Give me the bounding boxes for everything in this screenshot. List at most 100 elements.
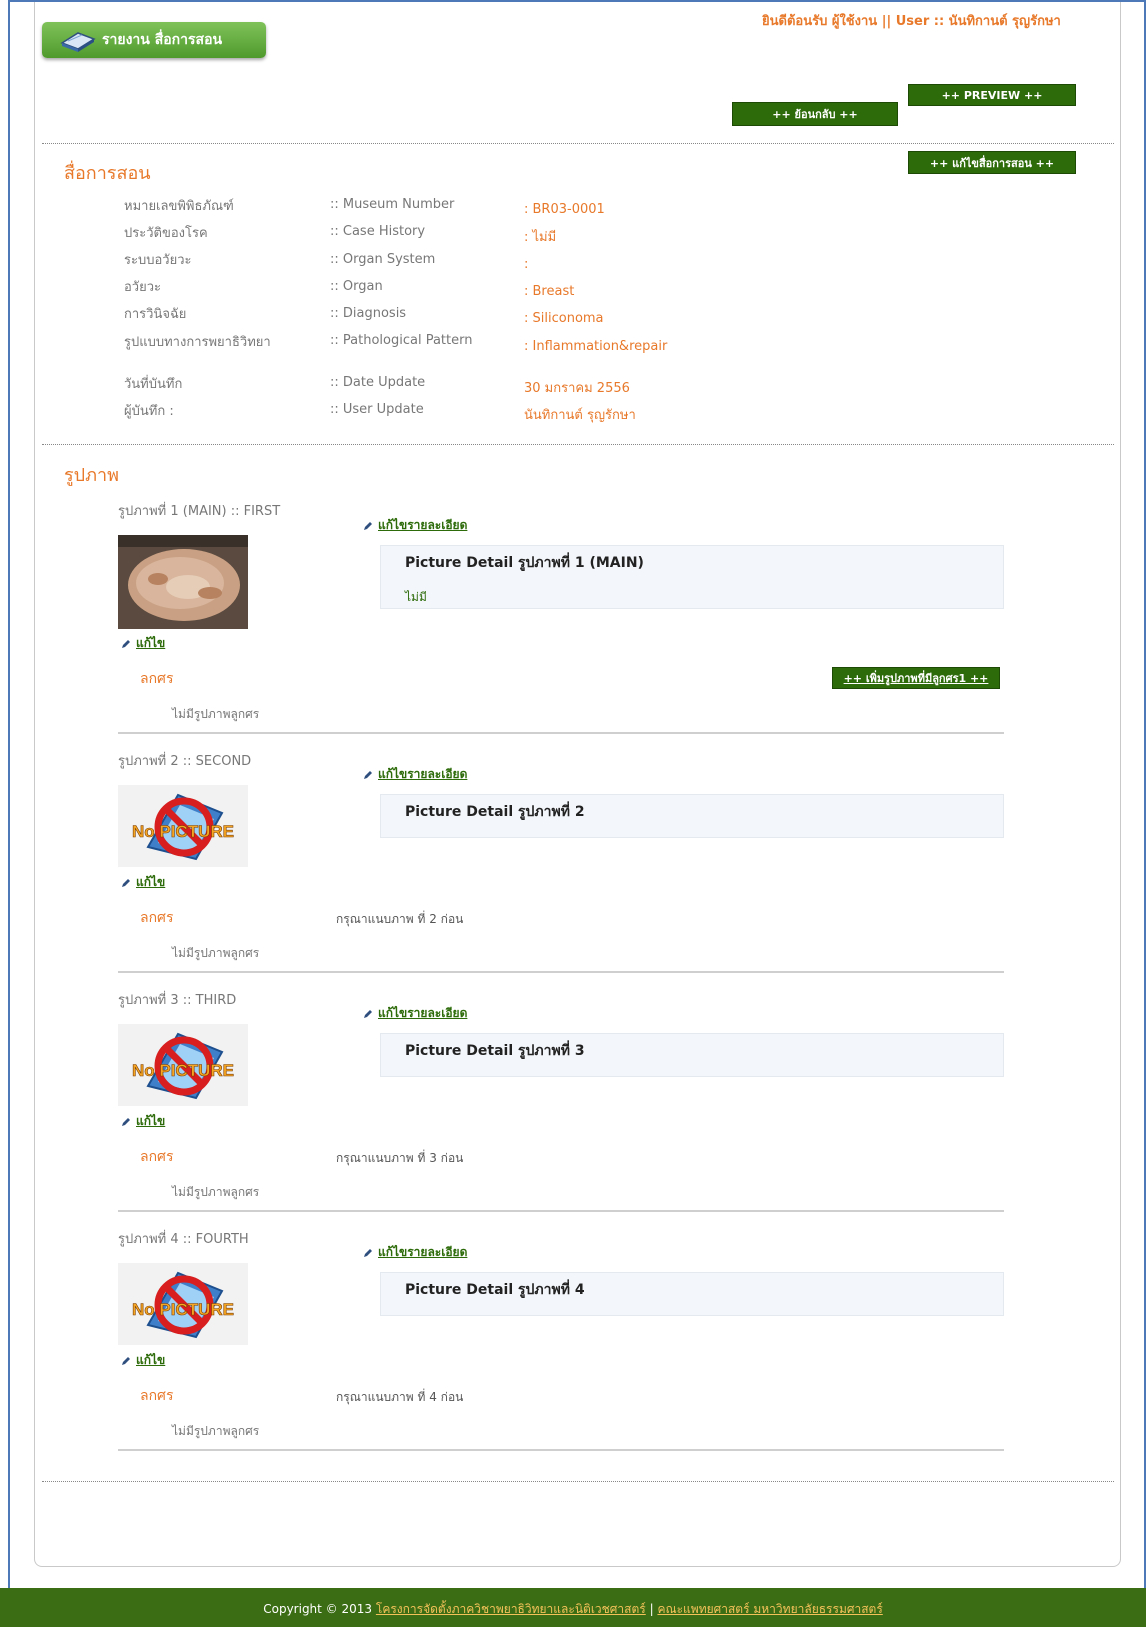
picture-separator (118, 1210, 1004, 1212)
back-button[interactable]: ++ ย้อนกลับ ++ (732, 102, 898, 126)
picture-detail-box: Picture Detail รูปภาพที่ 1 (MAIN) ไม่มี (380, 545, 1004, 609)
field-value-pathological-pattern: : Inflammation&repair (524, 339, 668, 354)
picture-detail-text: ไม่มี (405, 590, 427, 604)
add-arrow-picture-button[interactable]: ++ เพิ่มรูปภาพที่มีลูกศร1 ++ (832, 667, 1000, 689)
svg-text:No PICTURE: No PICTURE (132, 822, 234, 841)
field-label-th: ระบบอวัยวะ (124, 253, 192, 268)
field-label-th: รูปแบบทางการพยาธิวิทยา (124, 335, 271, 350)
attach-first-notice: กรุณาแนบภาพ ที่ 4 ก่อน (336, 1390, 464, 1404)
pencil-icon (120, 638, 132, 650)
edit-detail-link[interactable]: แก้ไขรายละเอียด (362, 765, 467, 784)
no-picture-thumbnail[interactable]: No PICTURE (118, 1024, 248, 1106)
svg-text:No PICTURE: No PICTURE (132, 1061, 234, 1080)
field-label-en: :: Diagnosis (330, 306, 407, 321)
field-label-th: ผู้บันทึก : (124, 404, 174, 419)
picture-detail-title: Picture Detail รูปภาพที่ 2 (405, 804, 585, 820)
no-arrow-picture-text: ไม่มีรูปภาพลูกศร (172, 946, 260, 960)
window-frame-left (8, 0, 10, 1588)
copyright-text: Copyright © 2013 (263, 1602, 373, 1616)
picture-detail-box: Picture Detail รูปภาพที่ 3 (380, 1033, 1004, 1077)
arrow-pictures-label: ลกศร (140, 1388, 174, 1404)
edit-picture-link[interactable]: แก้ไข (120, 1351, 165, 1370)
field-label-th: ประวัติของโรค (124, 226, 208, 241)
pencil-icon (362, 1247, 374, 1259)
pencil-icon (120, 877, 132, 889)
picture-separator (118, 1449, 1004, 1451)
edit-detail-link[interactable]: แก้ไขรายละเอียด (362, 1004, 467, 1023)
picture-detail-title: Picture Detail รูปภาพที่ 1 (MAIN) (405, 555, 644, 571)
picture-separator (118, 971, 1004, 973)
field-label-en: :: Date Update (330, 375, 426, 390)
picture-separator (118, 732, 1004, 734)
field-value-organ-system: : (524, 257, 529, 272)
arrow-pictures-label: ลกศร (140, 1149, 174, 1165)
field-value-organ: : Breast (524, 284, 575, 299)
edit-detail-label: แก้ไขรายละเอียด (378, 1245, 468, 1259)
preview-button[interactable]: ++ PREVIEW ++ (908, 84, 1076, 106)
no-picture-icon: No PICTURE (118, 1263, 248, 1345)
edit-picture-label: แก้ไข (136, 636, 166, 650)
edit-picture-link[interactable]: แก้ไข (120, 634, 165, 653)
picture-detail-box: Picture Detail รูปภาพที่ 2 (380, 794, 1004, 838)
edit-picture-link[interactable]: แก้ไข (120, 873, 165, 892)
pencil-icon (362, 769, 374, 781)
field-label-en: :: Pathological Pattern (330, 333, 473, 348)
pencil-icon (362, 520, 374, 532)
pencil-icon (362, 1008, 374, 1020)
edit-detail-label: แก้ไขรายละเอียด (378, 518, 468, 532)
pictures-section-title: รูปภาพ (64, 465, 119, 486)
edit-detail-label: แก้ไขรายละเอียด (378, 767, 468, 781)
attach-first-notice: กรุณาแนบภาพ ที่ 3 ก่อน (336, 1151, 464, 1165)
pencil-icon (120, 1355, 132, 1367)
welcome-text: ยินดีต้อนรับ ผู้ใช้งาน || User :: นันทิก… (762, 14, 1061, 29)
edit-detail-link[interactable]: แก้ไขรายละเอียด (362, 1243, 467, 1262)
picture-title: รูปภาพที่ 3 :: THIRD (118, 993, 237, 1008)
edit-detail-link[interactable]: แก้ไขรายละเอียด (362, 516, 467, 535)
picture-detail-box: Picture Detail รูปภาพที่ 4 (380, 1272, 1004, 1316)
field-label-th: วันที่บันทึก (124, 377, 183, 392)
pencil-icon (120, 1116, 132, 1128)
no-picture-icon: No PICTURE (118, 785, 248, 867)
attach-first-notice: กรุณาแนบภาพ ที่ 2 ก่อน (336, 912, 464, 926)
arrow-pictures-label: ลกศร (140, 671, 174, 687)
field-label-th: อวัยวะ (124, 280, 162, 295)
department-link[interactable]: โครงการจัดตั้งภาควิชาพยาธิวิทยาและนิติเว… (376, 1602, 646, 1616)
divider (42, 143, 1114, 144)
field-value-museum-number: : BR03-0001 (524, 202, 605, 217)
field-label-en: :: Organ System (330, 252, 436, 267)
book-icon (60, 27, 96, 53)
arrow-pictures-label: ลกศร (140, 910, 174, 926)
no-arrow-picture-text: ไม่มีรูปภาพลูกศร (172, 1424, 260, 1438)
picture-title: รูปภาพที่ 4 :: FOURTH (118, 1232, 249, 1247)
footer: Copyright © 2013 โครงการจัดตั้งภาควิชาพย… (0, 1588, 1146, 1627)
field-label-th: หมายเลขพิพิธภัณฑ์ (124, 199, 234, 214)
divider (42, 1481, 1114, 1482)
faculty-link[interactable]: คณะแพทยศาสตร์ มหาวิทยาลัยธรรมศาสตร์ (657, 1602, 882, 1616)
field-label-en: :: User Update (330, 402, 424, 417)
footer-separator: | (649, 1602, 654, 1616)
no-picture-thumbnail[interactable]: No PICTURE (118, 785, 248, 867)
report-media-button[interactable]: รายงาน สื่อการสอน (42, 22, 266, 58)
no-picture-thumbnail[interactable]: No PICTURE (118, 1263, 248, 1345)
picture-title: รูปภาพที่ 1 (MAIN) :: FIRST (118, 504, 281, 519)
field-value-date-update: 30 มกราคม 2556 (524, 381, 630, 396)
field-value-user-update: นันทิกานต์ รุญรักษา (524, 408, 636, 423)
edit-picture-label: แก้ไข (136, 1353, 166, 1367)
no-arrow-picture-text: ไม่มีรูปภาพลูกศร (172, 1185, 260, 1199)
media-section-title: สื่อการสอน (64, 163, 151, 184)
edit-media-button[interactable]: ++ แก้ไขสื่อการสอน ++ (908, 151, 1076, 174)
edit-detail-label: แก้ไขรายละเอียด (378, 1006, 468, 1020)
field-label-th: การวินิจฉัย (124, 307, 187, 322)
edit-picture-label: แก้ไข (136, 1114, 166, 1128)
report-media-label: รายงาน สื่อการสอน (102, 32, 223, 48)
edit-picture-link[interactable]: แก้ไข (120, 1112, 165, 1131)
divider (42, 444, 1114, 445)
field-value-diagnosis: : Siliconoma (524, 311, 604, 326)
picture-thumbnail[interactable] (118, 535, 248, 629)
field-label-en: :: Museum Number (330, 197, 455, 212)
svg-text:No PICTURE: No PICTURE (132, 1300, 234, 1319)
field-label-en: :: Organ (330, 279, 383, 294)
picture-detail-title: Picture Detail รูปภาพที่ 3 (405, 1043, 585, 1059)
field-label-en: :: Case History (330, 224, 426, 239)
field-value-case-history: : ไม่มี (524, 230, 557, 245)
